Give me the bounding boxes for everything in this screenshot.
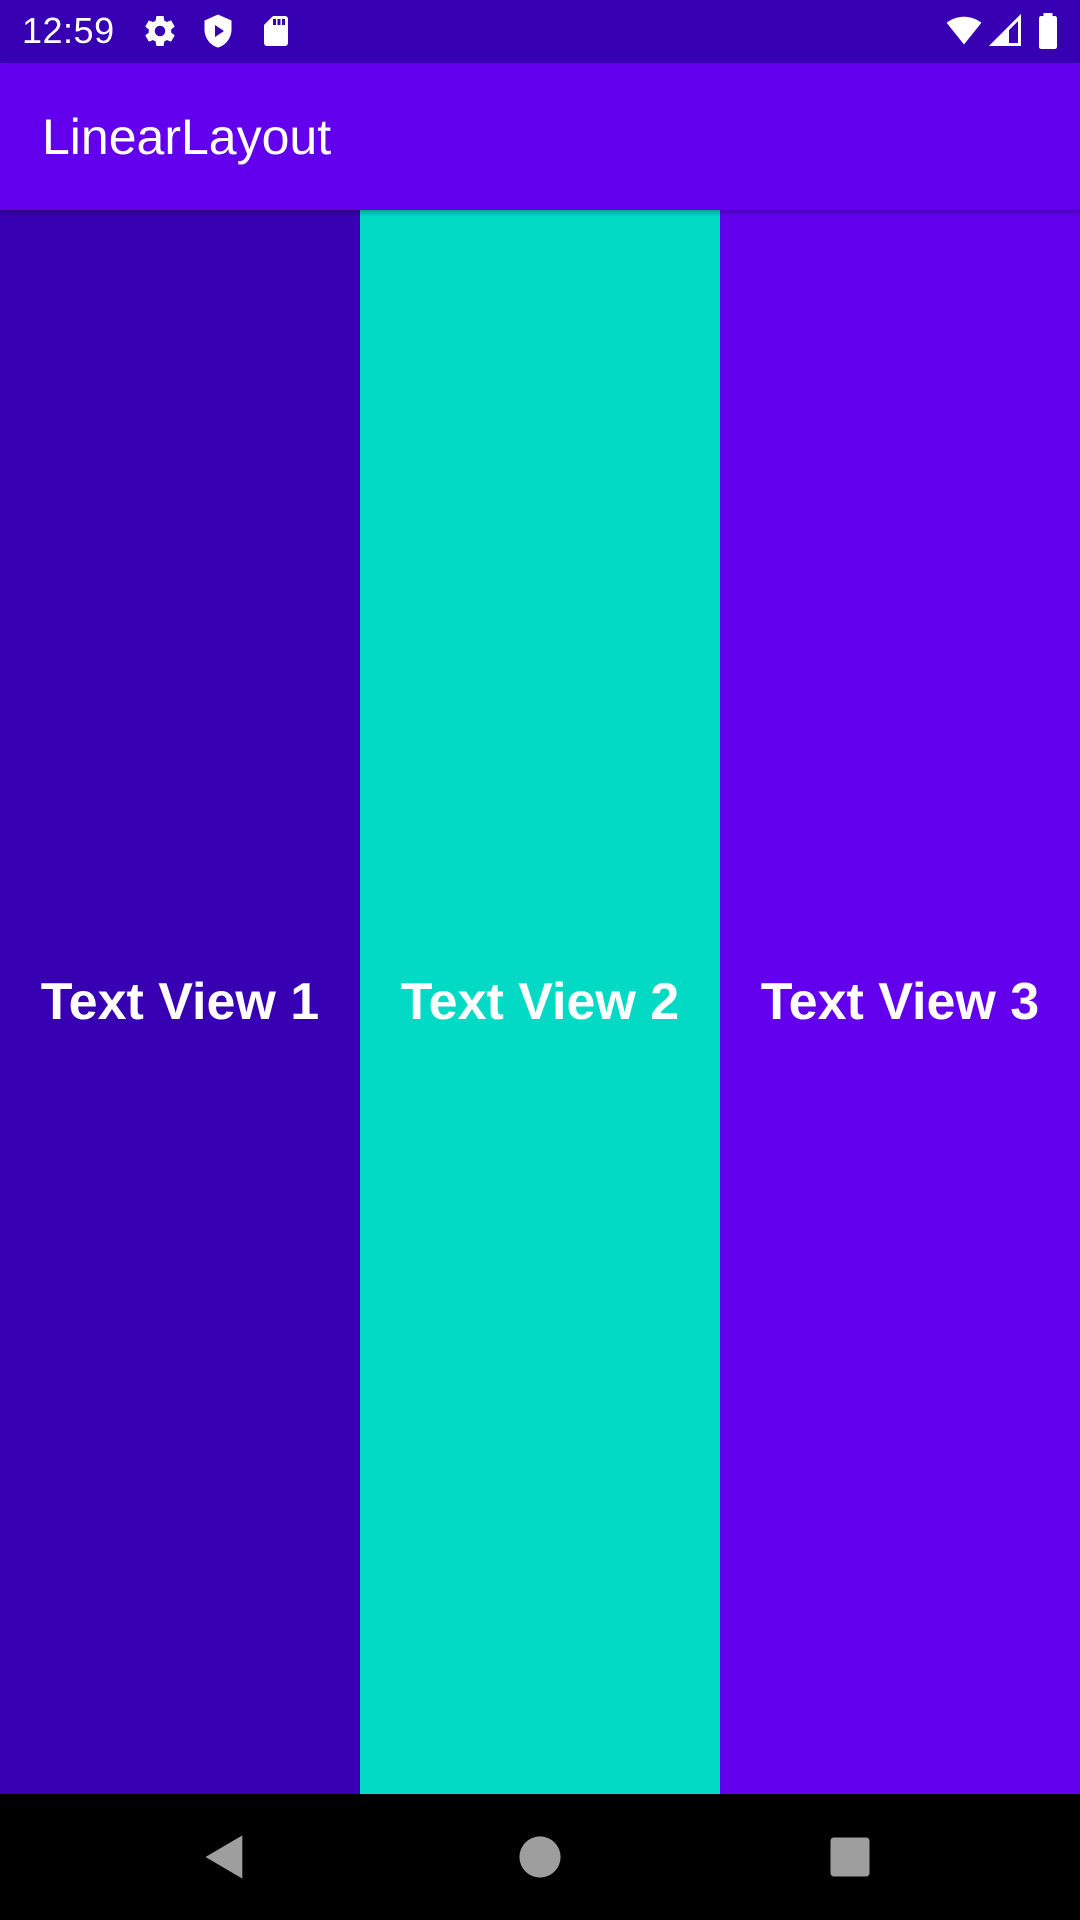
battery-icon [1034, 13, 1062, 49]
text-view-3: Text View 3 [720, 210, 1080, 1794]
back-icon[interactable] [199, 1831, 251, 1883]
status-bar: 12:59 [0, 0, 1080, 63]
home-icon[interactable] [514, 1831, 566, 1883]
text-view-2: Text View 2 [360, 210, 720, 1794]
linear-layout: Text View 1 Text View 2 Text View 3 [0, 210, 1080, 1794]
app-bar: LinearLayout [0, 63, 1080, 210]
recents-icon[interactable] [824, 1831, 876, 1883]
sd-card-icon [258, 13, 294, 49]
status-time: 12:59 [22, 10, 115, 51]
cell-signal-icon [988, 13, 1024, 49]
text-view-1: Text View 1 [0, 210, 360, 1794]
navigation-bar [0, 1794, 1080, 1920]
gear-icon [142, 13, 178, 49]
wifi-icon [944, 13, 984, 49]
text-view-2-label: Text View 2 [400, 973, 680, 1031]
shield-play-icon [200, 13, 236, 49]
app-title: LinearLayout [42, 109, 332, 165]
screen: 12:59 LinearLayout Text View 1 Text View… [0, 0, 1080, 1920]
text-view-3-label: Text View 3 [760, 973, 1040, 1031]
text-view-1-label: Text View 1 [40, 973, 320, 1031]
